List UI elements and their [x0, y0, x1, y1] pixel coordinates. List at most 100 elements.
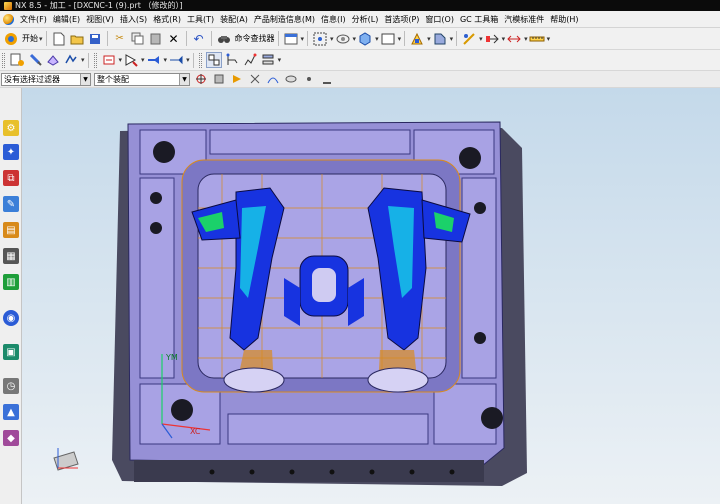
chevron-down-icon[interactable]: ▾ [375, 35, 379, 43]
cut-icon[interactable]: ✂ [112, 31, 128, 47]
process-studio-icon[interactable]: ▣ [3, 344, 19, 360]
chevron-down-icon[interactable]: ▾ [278, 56, 282, 64]
undo-icon[interactable]: ↶ [191, 31, 207, 47]
part-navigator-icon[interactable]: ✎ [3, 196, 19, 212]
nx-start-icon[interactable] [3, 31, 19, 47]
menu-view[interactable]: 视图(V) [83, 14, 117, 25]
copy-icon[interactable] [130, 31, 146, 47]
menu-tools[interactable]: 工具(T) [184, 14, 217, 25]
program-order-view-icon[interactable] [205, 52, 222, 68]
generate-toolpath-icon[interactable] [123, 52, 139, 68]
assembly-scope-dropdown[interactable]: 整个装配 ▼ [94, 72, 190, 86]
background-icon[interactable] [380, 31, 396, 47]
chevron-down-icon[interactable]: ▾ [164, 56, 168, 64]
create-method-icon[interactable] [63, 52, 79, 68]
menu-window[interactable]: 窗口(O) [422, 14, 457, 25]
chevron-down-icon[interactable]: ▾ [141, 56, 145, 64]
chevron-down-icon[interactable]: ▾ [479, 35, 483, 43]
chevron-down-icon[interactable]: ▾ [39, 35, 43, 43]
delete-icon[interactable]: ✕ [166, 31, 182, 47]
toolbar-grip[interactable] [2, 52, 5, 68]
select-body-icon[interactable] [229, 71, 245, 87]
select-all-icon[interactable] [193, 71, 209, 87]
render-style-icon[interactable] [357, 31, 373, 47]
chevron-down-icon[interactable]: ▾ [353, 35, 357, 43]
selection-filter-dropdown[interactable]: 没有选择过滤器 ▼ [1, 72, 91, 86]
orient-view-icon[interactable] [409, 31, 425, 47]
menu-pmi[interactable]: 产品制造信息(M) [251, 14, 318, 25]
nx-logo-icon[interactable] [3, 13, 14, 25]
layout-icon[interactable] [283, 31, 299, 47]
select-face-icon[interactable] [247, 71, 263, 87]
chevron-down-icon[interactable]: ▾ [301, 35, 305, 43]
start-button-label[interactable]: 开始 [22, 33, 38, 44]
postprocess-icon[interactable] [168, 52, 184, 68]
select-component-icon[interactable] [283, 71, 299, 87]
menu-auto-mold-standard[interactable]: 汽模标准件 [501, 14, 547, 25]
chevron-down-icon[interactable]: ▼ [179, 73, 189, 85]
machining-method-view-icon[interactable] [260, 52, 276, 68]
menu-gc-toolkit[interactable]: GC 工具箱 [457, 14, 501, 25]
chevron-down-icon[interactable]: ▾ [547, 35, 551, 43]
menu-insert[interactable]: 插入(S) [117, 14, 150, 25]
menu-file[interactable]: 文件(F) [17, 14, 50, 25]
chevron-down-icon[interactable]: ▾ [398, 35, 402, 43]
graphics-viewport[interactable]: YM XC [22, 88, 720, 504]
menu-assembly[interactable]: 装配(A) [217, 14, 251, 25]
binoculars-icon[interactable] [216, 31, 232, 47]
roles-icon[interactable]: ▲ [3, 404, 19, 420]
chevron-down-icon[interactable]: ▼ [80, 73, 90, 85]
select-edge-icon[interactable] [319, 71, 335, 87]
create-operation-icon[interactable] [101, 52, 117, 68]
geometry-view-icon[interactable] [242, 52, 258, 68]
chevron-down-icon[interactable]: ▾ [524, 35, 528, 43]
chevron-down-icon[interactable]: ▾ [502, 35, 506, 43]
center-boss-inner [312, 268, 336, 302]
snap-point-icon[interactable] [461, 31, 477, 47]
select-point-icon[interactable] [301, 71, 317, 87]
toolbar-grip[interactable] [198, 52, 202, 68]
mold-model-view[interactable]: YM XC [22, 88, 720, 504]
menu-help[interactable]: 帮助(H) [547, 14, 581, 25]
chevron-down-icon[interactable]: ▾ [330, 35, 334, 43]
work-layer-icon[interactable] [432, 31, 448, 47]
chevron-down-icon[interactable]: ▾ [427, 35, 431, 43]
chevron-down-icon[interactable]: ▾ [81, 56, 85, 64]
menu-format[interactable]: 格式(R) [150, 14, 184, 25]
manufacturing-wizard-icon[interactable]: ◷ [3, 378, 19, 394]
select-feature-icon[interactable] [211, 71, 227, 87]
toolbar-grip[interactable] [93, 52, 97, 68]
create-program-icon[interactable] [9, 52, 25, 68]
reuse-library-icon[interactable]: ▤ [3, 222, 19, 238]
menu-edit[interactable]: 编辑(E) [50, 14, 83, 25]
ruler-icon[interactable] [529, 31, 545, 47]
system-scenes-icon[interactable]: ◆ [3, 430, 19, 446]
menu-analysis[interactable]: 分析(L) [349, 14, 382, 25]
save-icon[interactable] [87, 31, 103, 47]
analysis-icon[interactable] [484, 31, 500, 47]
command-finder-label[interactable]: 命令查找器 [235, 33, 275, 44]
measure-icon[interactable] [506, 31, 522, 47]
machine-tool-navigator-icon[interactable]: ✦ [3, 144, 19, 160]
rotate-view-icon[interactable] [335, 31, 351, 47]
guide-pin-hole [171, 399, 193, 421]
assembly-navigator-icon[interactable]: ⧉ [3, 170, 19, 186]
menu-information[interactable]: 信息(I) [318, 14, 349, 25]
open-folder-icon[interactable] [69, 31, 85, 47]
select-curve-icon[interactable] [265, 71, 281, 87]
new-file-icon[interactable] [51, 31, 67, 47]
menu-preferences[interactable]: 首选项(P) [381, 14, 422, 25]
operation-navigator-icon[interactable]: ⚙ [3, 120, 19, 136]
chevron-down-icon[interactable]: ▾ [119, 56, 123, 64]
machine-tool-view-icon[interactable] [224, 52, 240, 68]
fit-view-icon[interactable] [312, 31, 328, 47]
create-tool-icon[interactable] [27, 52, 43, 68]
web-browser-icon[interactable]: ▥ [3, 274, 19, 290]
chevron-down-icon[interactable]: ▾ [186, 56, 190, 64]
create-geometry-icon[interactable] [45, 52, 61, 68]
verify-toolpath-icon[interactable] [146, 52, 162, 68]
chevron-down-icon[interactable]: ▾ [450, 35, 454, 43]
paste-icon[interactable] [148, 31, 164, 47]
history-icon[interactable]: ◉ [3, 310, 19, 326]
hd3d-tools-icon[interactable]: ▦ [3, 248, 19, 264]
